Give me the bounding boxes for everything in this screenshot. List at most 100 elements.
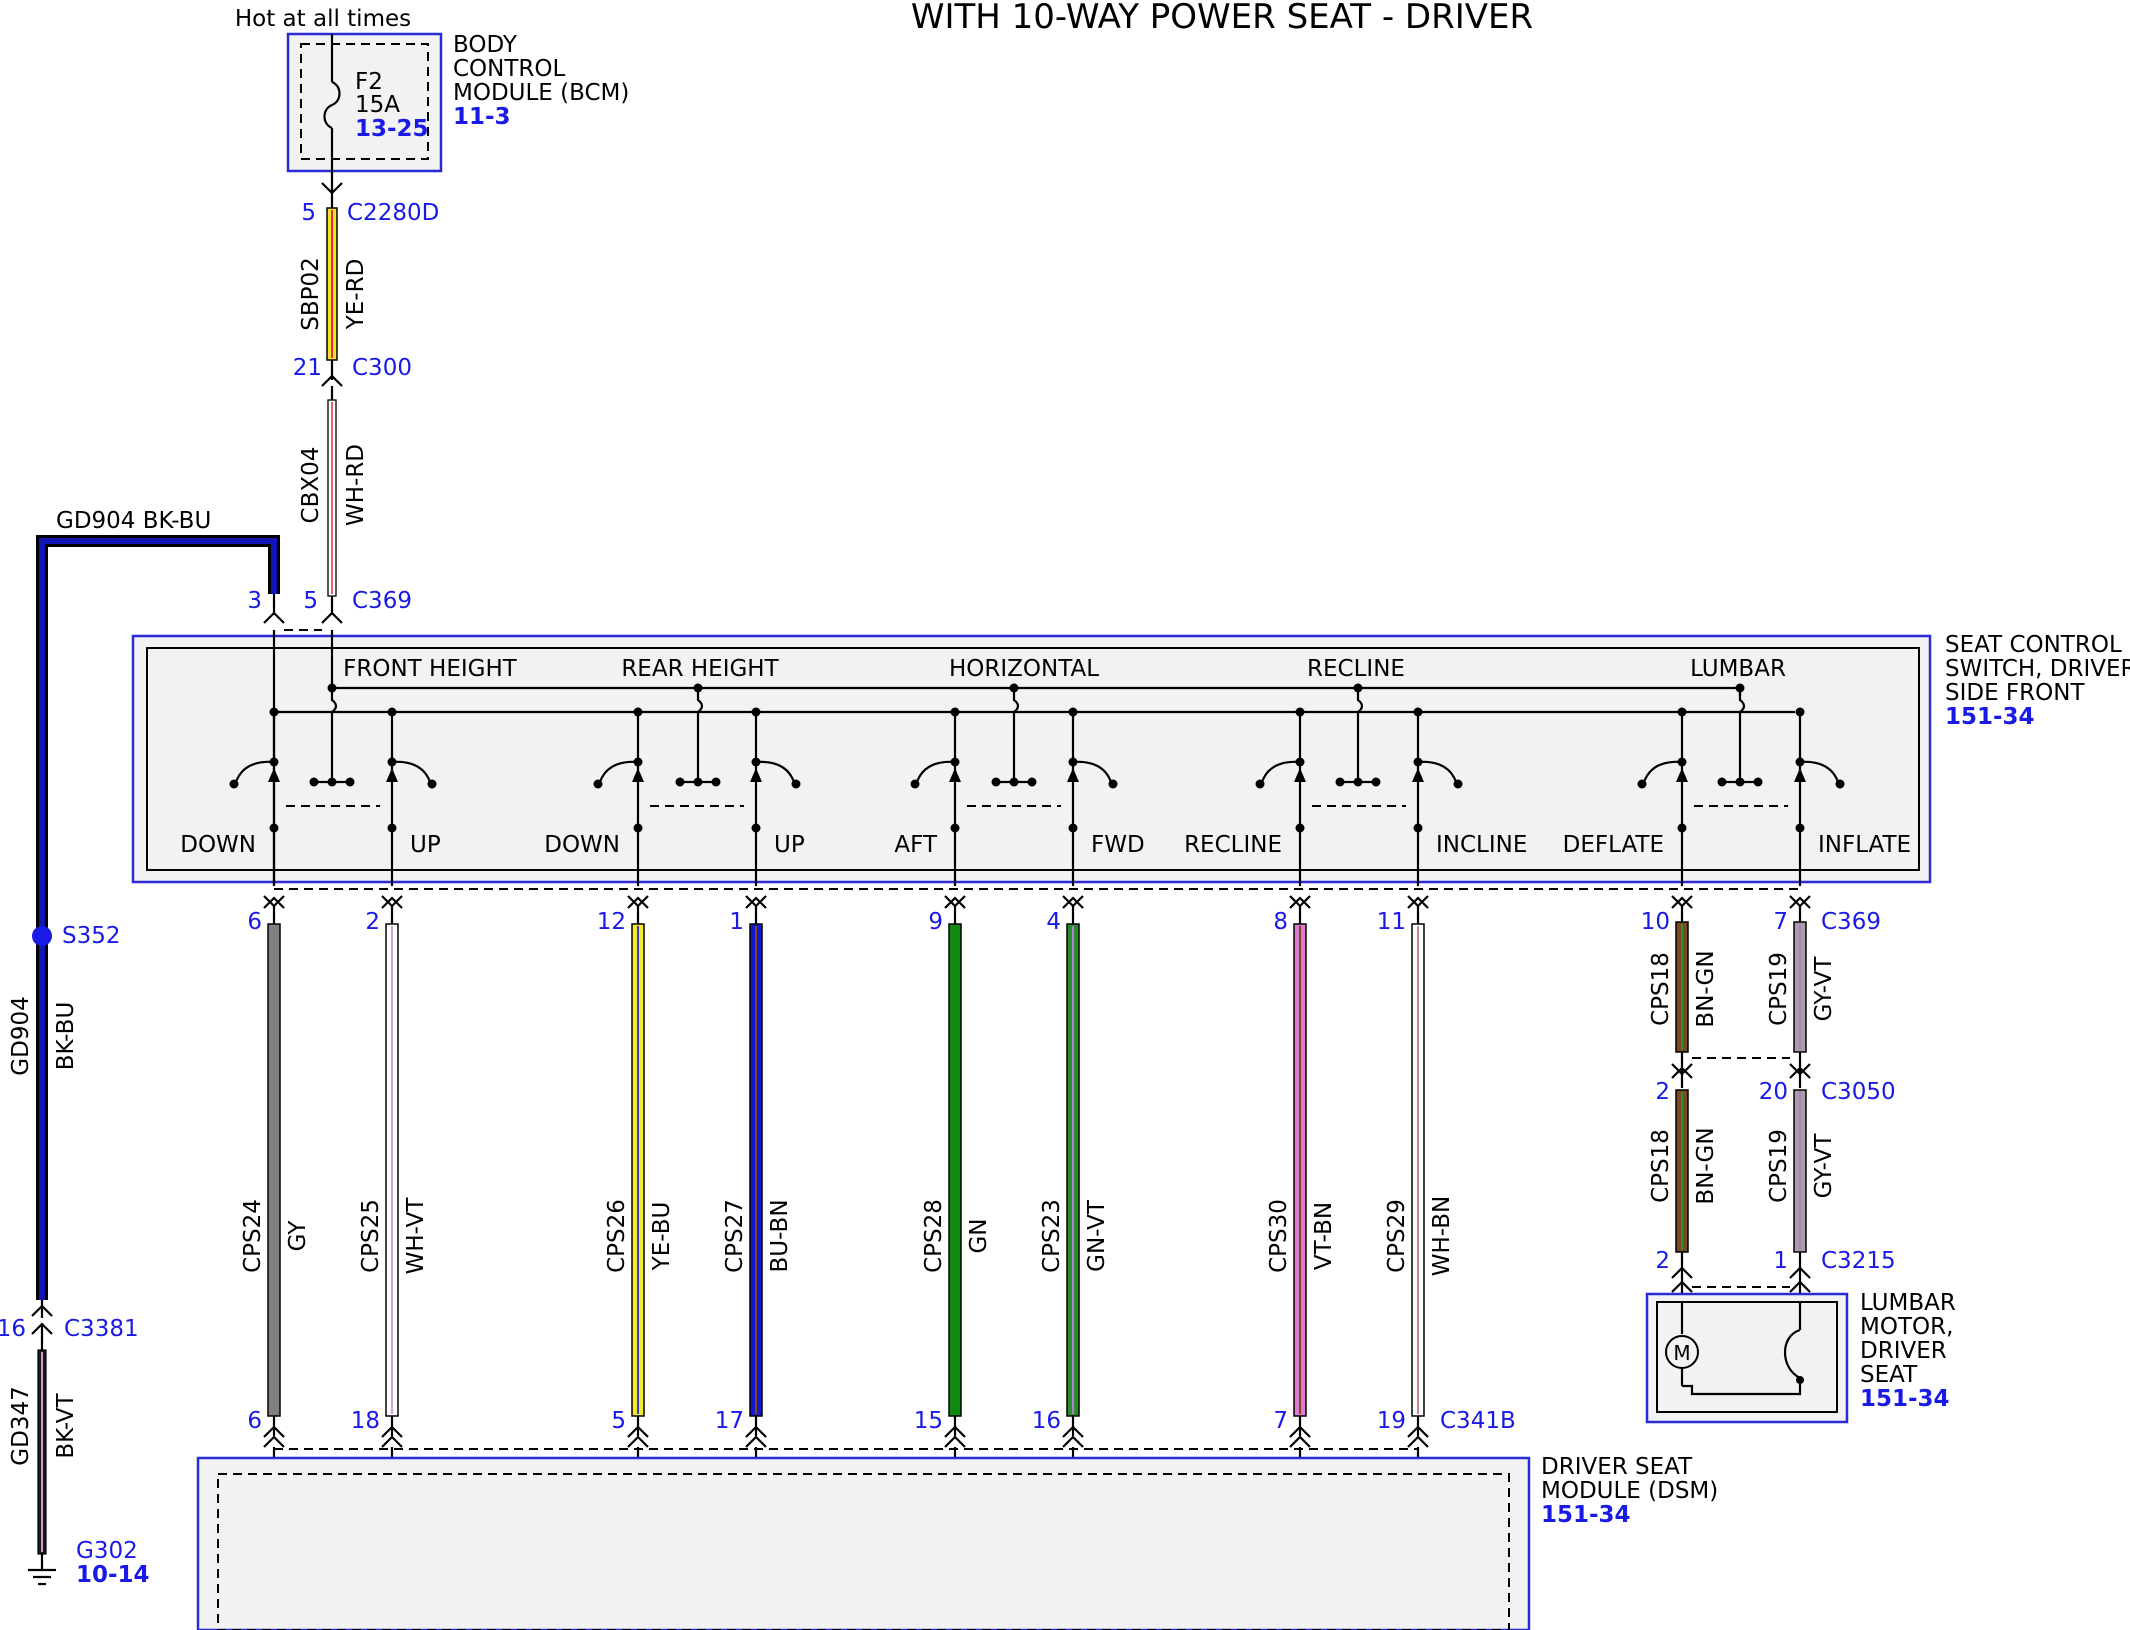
dsm-label-1: DRIVER SEAT	[1541, 1454, 1693, 1480]
wire-color: GY	[285, 1220, 311, 1252]
dsm-pin: 15	[914, 1408, 943, 1434]
c3050-pin: 2	[1655, 1079, 1670, 1105]
g302-ref: 10-14	[76, 1562, 150, 1588]
gd904-circuit: GD904	[8, 996, 34, 1075]
wire-cps28: 915CPS28GNAFT	[914, 906, 992, 1516]
gd347-color: BK-VT	[53, 1392, 79, 1458]
wire-color: YE-BU	[649, 1202, 675, 1272]
hot-at-all-times-label: Hot at all times	[235, 6, 411, 32]
gd904-top-label: GD904 BK-BU	[56, 508, 211, 534]
switch-pin: 1	[729, 909, 744, 935]
wire-color: WH-VT	[403, 1197, 429, 1275]
c369-lumbar-pin: 7	[1773, 909, 1788, 935]
c3050-name: C3050	[1821, 1079, 1896, 1105]
dsm-pin: 5	[611, 1408, 626, 1434]
switch-label-3: SIDE FRONT	[1945, 680, 2085, 706]
switch-pin: 12	[597, 909, 626, 935]
lumbar-wire-color: BN-GN	[1693, 1127, 1719, 1204]
dsm-pin: 18	[351, 1408, 380, 1434]
wire-color: GN	[966, 1218, 992, 1253]
c3381-name: C3381	[64, 1316, 139, 1342]
dsm-box	[196, 1456, 1531, 1630]
switch-direction-left: RECLINE	[1184, 832, 1282, 858]
wire-color: GN-VT	[1084, 1199, 1110, 1272]
switch-direction-right: INFLATE	[1818, 832, 1911, 858]
lumbar-label-2: MOTOR,	[1860, 1314, 1953, 1340]
wire-circuit: CPS27	[722, 1199, 748, 1273]
switch-group-name: REAR HEIGHT	[621, 656, 779, 682]
lumbar-wire-circuit: CPS18	[1648, 952, 1674, 1026]
switch-pin: 2	[365, 909, 380, 935]
wire-circuit: CPS26	[604, 1199, 630, 1273]
connector-c369-pin5-icon	[321, 611, 343, 624]
dsm-pin: 6	[247, 1408, 262, 1434]
dsm-pin: 17	[715, 1408, 744, 1434]
switch-direction-left: AFT	[894, 832, 938, 858]
lumbar-wire-color: BN-GN	[1693, 950, 1719, 1027]
dsm-pin: 19	[1377, 1408, 1406, 1434]
switch-direction-right: INCLINE	[1436, 832, 1527, 858]
lumbar-wire-circuit: CPS19	[1766, 952, 1792, 1026]
c300-name: C300	[352, 355, 412, 381]
fuse-amp: 15A	[355, 92, 400, 118]
wire-cps27: 117CPS27BU-BNREARUP	[715, 906, 793, 1541]
wire-circuit: CPS24	[240, 1199, 266, 1273]
gd347-circuit: GD347	[8, 1386, 34, 1465]
switch-pin: 4	[1046, 909, 1061, 935]
wire-circuit: CPS30	[1266, 1199, 1292, 1273]
dsm-label-2: MODULE (DSM)	[1541, 1478, 1718, 1504]
switch-direction-right: FWD	[1091, 832, 1145, 858]
switch-direction-left: DOWN	[180, 832, 256, 858]
fuse-ref: 13-25	[355, 116, 429, 142]
wire-cps26: 125CPS26YE-BUREARDOWN	[597, 906, 682, 1541]
c341b-name: C341B	[1440, 1408, 1516, 1434]
switch-label-1: SEAT CONTROL	[1945, 632, 2122, 658]
bcm-label-1: BODY	[453, 32, 518, 58]
wire-circuit: CPS23	[1039, 1199, 1065, 1273]
connector-c369-pin3-icon	[263, 611, 285, 624]
ground-symbol-icon	[28, 1568, 56, 1586]
g302-name: G302	[76, 1538, 138, 1564]
wire-cps24: 66CPS24GYFRONTDOWN	[240, 906, 320, 1541]
c3215-pin: 1	[1773, 1248, 1788, 1274]
wire-sbp02-circuit: SBP02	[298, 257, 324, 331]
wire-circuit: CPS28	[921, 1199, 947, 1273]
c3215-pin: 2	[1655, 1248, 1670, 1274]
wire-cbx04-color: WH-RD	[343, 444, 369, 526]
wire-cps30: 87CPS30VT-BNRECLINE	[1257, 906, 1355, 1516]
diagram-title: WITH 10-WAY POWER SEAT - DRIVER	[911, 0, 1533, 37]
lumbar-label-3: DRIVER	[1860, 1338, 1947, 1364]
switch-to-dsm-wires: 66CPS24GYFRONTDOWN218CPS25WH-VTFRONTUP12…	[240, 906, 1470, 1541]
wire-cps18: 10 2 2 CPS18 BN-GN CPS18 BN-GN	[1641, 906, 1719, 1302]
bcm-ref: 11-3	[453, 104, 511, 130]
c369-bottom-name: C369	[1821, 909, 1881, 935]
bcm-label-3: MODULE (BCM)	[453, 80, 629, 106]
switch-direction-left: DOWN	[544, 832, 620, 858]
c369-top-pin3: 3	[247, 588, 262, 614]
wire-circuit: CPS25	[358, 1199, 384, 1273]
wire-color: VT-BN	[1311, 1202, 1337, 1270]
wire-circuit: CPS29	[1384, 1199, 1410, 1273]
switch-group-name: HORIZONTAL	[949, 656, 1099, 682]
lumbar-label-4: SEAT	[1860, 1362, 1918, 1388]
c2280d-name: C2280D	[347, 200, 439, 226]
splice-s352-name: S352	[62, 923, 121, 949]
c369-top-name: C369	[352, 588, 412, 614]
bcm-label-2: CONTROL	[453, 56, 566, 82]
wire-cps23: 416CPS23GN-VTFORWARD	[1020, 906, 1138, 1516]
c300-pin: 21	[293, 355, 322, 381]
wire-sbp02-color: YE-RD	[343, 259, 369, 331]
motor-symbol: M	[1673, 1341, 1690, 1365]
wire-cps25: 218CPS25WH-VTFRONTUP	[351, 906, 438, 1541]
dsm-pin: 16	[1032, 1408, 1061, 1434]
lumbar-ref: 151-34	[1860, 1386, 1950, 1412]
lumbar-wire-color: GY-VT	[1811, 1133, 1837, 1199]
switch-group-name: RECLINE	[1307, 656, 1405, 682]
switch-group-name: FRONT HEIGHT	[343, 656, 518, 682]
switch-direction-right: UP	[410, 832, 441, 858]
switch-pin: 9	[928, 909, 943, 935]
c3050-pin: 20	[1759, 1079, 1788, 1105]
dsm-ref: 151-34	[1541, 1502, 1631, 1528]
wire-color: WH-BN	[1429, 1196, 1455, 1277]
lumbar-label-1: LUMBAR	[1860, 1290, 1956, 1316]
